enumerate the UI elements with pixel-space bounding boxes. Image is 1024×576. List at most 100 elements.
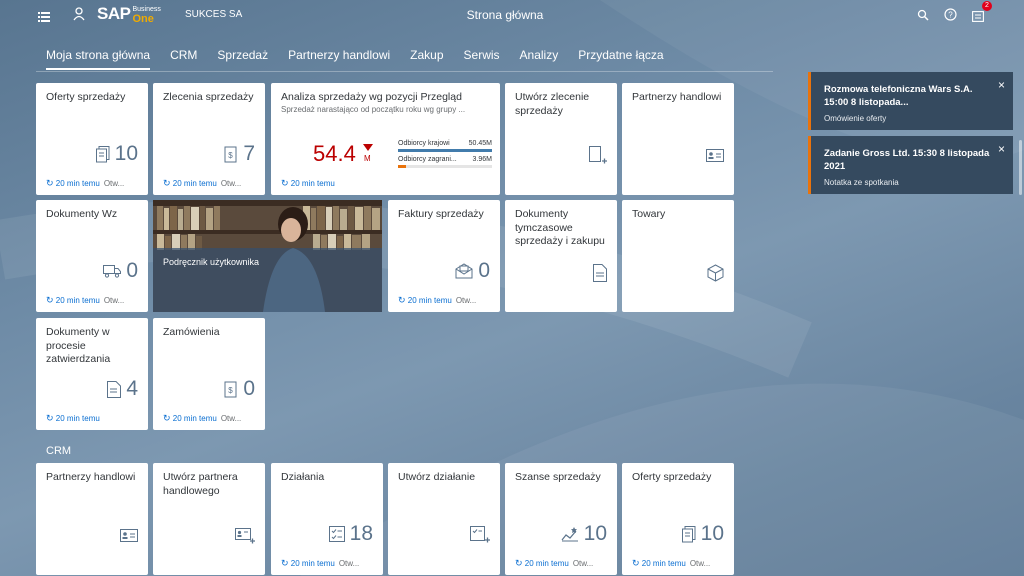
tile-analiza-sprzedazy[interactable]: Analiza sprzedaży wg pozycji Przegląd Sp…	[271, 83, 500, 195]
tab-analizy[interactable]: Analizy	[520, 48, 559, 70]
tile-count: 4	[107, 377, 138, 401]
refresh-text: 20 min temu	[172, 414, 217, 423]
tile-count-value: 0	[478, 259, 490, 282]
refresh-icon[interactable]: ↻	[398, 295, 406, 306]
notification-title: Rozmowa telefoniczna Wars S.A. 15:00 8 l…	[824, 84, 973, 108]
bar-label: Odbiorcy krajowi	[398, 140, 450, 147]
tile-crm-dzialania[interactable]: Działania 18 ↻ 20 min temu Otw...	[271, 463, 383, 575]
purchase-order-icon: $	[224, 381, 237, 397]
tile-footer: ↻ 20 min temu Otw...	[163, 413, 241, 424]
help-icon[interactable]: ?	[944, 8, 957, 26]
tile-title: Utwórz partnera handlowego	[163, 471, 238, 497]
tile-utworz-zlecenie[interactable]: Utwórz zlecenie sprzedaży	[505, 83, 617, 195]
notification-card[interactable]: Zadanie Gross Ltd. 15:30 8 listopada 202…	[808, 136, 1013, 194]
bar-value: 50.45M	[468, 140, 492, 147]
tab-partnerzy[interactable]: Partnerzy handlowi	[288, 48, 390, 70]
scrollbar-thumb[interactable]	[1019, 140, 1022, 195]
tile-faktury-sprzedazy[interactable]: Faktury sprzedaży 0 ↻ 20 min temu Otw...	[388, 200, 500, 312]
tile-towary[interactable]: Towary	[622, 200, 734, 312]
tile-title: Utwórz zlecenie sprzedaży	[515, 91, 590, 117]
tabs-divider	[36, 71, 773, 72]
tile-podrecznik-uzytkownika[interactable]: Podręcznik użytkownika	[153, 200, 382, 312]
business-card-icon	[120, 529, 138, 547]
tile-crm-partnerzy[interactable]: Partnerzy handlowi	[36, 463, 148, 575]
close-icon[interactable]: ×	[998, 78, 1005, 92]
tab-crm[interactable]: CRM	[170, 48, 197, 70]
tab-sprzedaz[interactable]: Sprzedaż	[217, 48, 268, 70]
sales-order-icon: $	[224, 146, 237, 162]
kpi-value: 54.4	[313, 141, 356, 166]
tile-footer: ↻ 20 min temu	[281, 178, 335, 189]
shell-bar: SAP Business One SUKCES SA Strona główna…	[0, 0, 1024, 30]
refresh-icon[interactable]: ↻	[281, 558, 289, 569]
notification-title: Zadanie Gross Ltd. 15:30 8 listopada 202…	[824, 148, 990, 172]
refresh-text: 20 min temu	[55, 296, 100, 305]
kpi-unit: M	[364, 154, 371, 163]
tile-title: Zamówienia	[163, 326, 220, 338]
tile-title: Podręcznik użytkownika	[163, 257, 260, 267]
notifications-icon[interactable]	[972, 9, 984, 27]
section-title-crm: CRM	[46, 445, 72, 457]
open-text: Otw...	[103, 296, 125, 305]
tile-title: Zlecenia sprzedaży	[163, 91, 254, 103]
open-text: Otw...	[220, 414, 242, 423]
refresh-text: 20 min temu	[172, 179, 217, 188]
notification-card[interactable]: Rozmowa telefoniczna Wars S.A. 15:00 8 l…	[808, 72, 1013, 130]
tile-oferty-sprzedazy[interactable]: Oferty sprzedaży 10 ↻ 20 min temu Otw...	[36, 83, 148, 195]
document-list-icon	[107, 380, 122, 398]
refresh-icon[interactable]: ↻	[515, 558, 523, 569]
tile-title: Dokumenty Wz	[46, 208, 118, 220]
add-activity-icon	[470, 526, 490, 549]
tab-zakup[interactable]: Zakup	[410, 48, 443, 70]
tile-title: Faktury sprzedaży	[398, 208, 484, 220]
tile-footer: ↻ 20 min temu Otw...	[398, 295, 476, 306]
close-icon[interactable]: ×	[998, 142, 1005, 156]
refresh-icon[interactable]: ↻	[163, 413, 171, 424]
refresh-text: 20 min temu	[290, 179, 335, 188]
search-icon[interactable]	[917, 8, 929, 26]
tile-crm-utworz-partnera[interactable]: Utwórz partnera handlowego	[153, 463, 265, 575]
document-icon	[95, 145, 110, 162]
trend-down-icon	[363, 144, 373, 151]
tile-zamowienia[interactable]: Zamówienia $ 0 ↻ 20 min temu Otw...	[153, 318, 265, 430]
page-title: Strona główna	[466, 8, 544, 22]
refresh-text: 20 min temu	[407, 296, 452, 305]
tile-count: 10	[681, 522, 724, 546]
truck-icon	[103, 265, 122, 278]
tile-count-value: 7	[243, 142, 255, 165]
refresh-icon[interactable]: ↻	[163, 178, 171, 189]
notification-description: Omówienie oferty	[824, 114, 887, 123]
tab-przydatne-lacza[interactable]: Przydatne łącza	[578, 48, 663, 70]
page-tabs: Moja strona główna CRM Sprzedaż Partnerz…	[46, 48, 684, 70]
bar-value: 3.96M	[472, 156, 492, 163]
activities-checklist-icon	[328, 526, 345, 542]
tile-count-value: 4	[126, 377, 138, 400]
tile-partnerzy-handlowi[interactable]: Partnerzy handlowi	[622, 83, 734, 195]
refresh-icon[interactable]: ↻	[46, 178, 54, 189]
tile-count-value: 18	[349, 522, 373, 545]
refresh-icon[interactable]: ↻	[46, 413, 54, 424]
product-box-icon	[707, 264, 724, 287]
bar-odbiorcy-zagraniczni: Odbiorcy zagrani... 3.96M	[398, 156, 492, 168]
tile-dokumenty-tymczasowe[interactable]: Dokumenty tymczasowe sprzedaży i zakupu	[505, 200, 617, 312]
tile-footer: ↻ 20 min temu Otw...	[46, 178, 124, 189]
tile-crm-utworz-dzialanie[interactable]: Utwórz działanie	[388, 463, 500, 575]
tile-dokumenty-wz[interactable]: Dokumenty Wz 0 ↻ 20 min temu Otw...	[36, 200, 148, 312]
tile-crm-oferty[interactable]: Oferty sprzedaży 10 ↻ 20 min temu Otw...	[622, 463, 734, 575]
tile-count: 10	[561, 522, 607, 546]
refresh-icon[interactable]: ↻	[632, 558, 640, 569]
tile-crm-szanse[interactable]: Szanse sprzedaży 10 ↻ 20 min temu Otw...	[505, 463, 617, 575]
refresh-icon[interactable]: ↻	[281, 178, 289, 189]
tile-title: Oferty sprzedaży	[46, 91, 126, 103]
tile-title: Partnerzy handlowi	[632, 91, 722, 103]
tile-count-value: 10	[114, 142, 138, 165]
refresh-icon[interactable]: ↻	[46, 295, 54, 306]
tile-dokumenty-zatwierdzanie[interactable]: Dokumenty w procesie zatwierdzania 4 ↻ 2…	[36, 318, 148, 430]
tile-zlecenia-sprzedazy[interactable]: Zlecenia sprzedaży $ 7 ↻ 20 min temu Otw.…	[153, 83, 265, 195]
tile-footer: ↻ 20 min temu Otw...	[163, 178, 241, 189]
tab-serwis[interactable]: Serwis	[464, 48, 500, 70]
tile-count-value: 10	[583, 522, 607, 545]
tile-count: $ 0	[224, 377, 255, 401]
tab-moja-strona[interactable]: Moja strona główna	[46, 48, 151, 70]
tile-footer: ↻ 20 min temu Otw...	[46, 295, 124, 306]
